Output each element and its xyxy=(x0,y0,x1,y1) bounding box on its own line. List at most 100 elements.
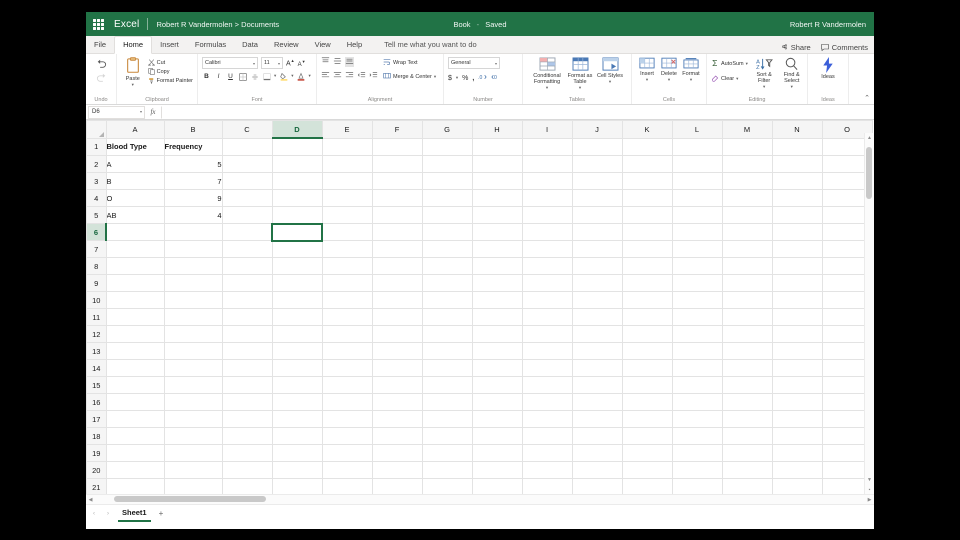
chevron-down-icon[interactable]: ▾ xyxy=(456,75,458,81)
cell-f20[interactable] xyxy=(371,461,423,479)
previous-sheet-button[interactable]: ‹ xyxy=(90,511,98,517)
cell-a10[interactable] xyxy=(105,291,165,309)
cell-h16[interactable] xyxy=(471,393,523,411)
cell-n3[interactable] xyxy=(771,172,823,190)
cell-h3[interactable] xyxy=(471,172,523,190)
cell-c3[interactable] xyxy=(221,172,273,190)
cell-k6[interactable] xyxy=(621,223,673,241)
row-header-12[interactable]: 12 xyxy=(86,325,107,343)
cell-a17[interactable] xyxy=(105,410,165,428)
cell-l4[interactable] xyxy=(671,189,723,207)
cell-h9[interactable] xyxy=(471,274,523,292)
cell-k14[interactable] xyxy=(621,359,673,377)
tab-view[interactable]: View xyxy=(307,37,339,53)
cell-g7[interactable] xyxy=(421,240,473,258)
cell-a9[interactable] xyxy=(105,274,165,292)
cell-j11[interactable] xyxy=(571,308,623,326)
cell-m9[interactable] xyxy=(721,274,773,292)
cell-f18[interactable] xyxy=(371,427,423,445)
column-header-i[interactable]: I xyxy=(521,120,573,139)
column-header-l[interactable]: L xyxy=(671,120,723,139)
cell-f9[interactable] xyxy=(371,274,423,292)
cell-k1[interactable] xyxy=(621,137,673,156)
cell-g12[interactable] xyxy=(421,325,473,343)
cell-k4[interactable] xyxy=(621,189,673,207)
cell-i12[interactable] xyxy=(521,325,573,343)
fill-handle[interactable] xyxy=(320,239,321,240)
cell-c1[interactable] xyxy=(221,137,273,156)
cell-k5[interactable] xyxy=(621,206,673,224)
cell-i17[interactable] xyxy=(521,410,573,428)
cell-c19[interactable] xyxy=(221,444,273,462)
insert-function-icon[interactable]: fx xyxy=(145,108,161,116)
cell-m16[interactable] xyxy=(721,393,773,411)
decrease-indent-icon[interactable] xyxy=(357,71,366,81)
cell-e17[interactable] xyxy=(321,410,373,428)
shrink-font-button[interactable]: A▼ xyxy=(298,59,306,68)
cell-b21[interactable] xyxy=(163,478,223,494)
cell-m1[interactable] xyxy=(721,137,773,156)
select-all-button[interactable] xyxy=(86,120,107,139)
font-name-input[interactable]: Calibri ▾ xyxy=(202,57,258,69)
cell-e6[interactable] xyxy=(321,223,373,241)
cell-l14[interactable] xyxy=(671,359,723,377)
cell-g21[interactable] xyxy=(421,478,473,494)
cell-d17[interactable] xyxy=(271,410,323,428)
cell-b11[interactable] xyxy=(163,308,223,326)
chevron-down-icon[interactable]: ▾ xyxy=(763,84,765,90)
chevron-down-icon[interactable]: ▾ xyxy=(690,77,692,83)
account-name[interactable]: Robert R Vandermolen xyxy=(790,20,866,29)
cell-h21[interactable] xyxy=(471,478,523,494)
cell-n8[interactable] xyxy=(771,257,823,275)
cell-l12[interactable] xyxy=(671,325,723,343)
cell-b20[interactable] xyxy=(163,461,223,479)
insert-cells-button[interactable]: Insert ▾ xyxy=(637,57,657,83)
cell-c8[interactable] xyxy=(221,257,273,275)
cell-b10[interactable] xyxy=(163,291,223,309)
cell-j17[interactable] xyxy=(571,410,623,428)
cell-c11[interactable] xyxy=(221,308,273,326)
chevron-down-icon[interactable]: ▾ xyxy=(668,77,670,83)
cell-b19[interactable] xyxy=(163,444,223,462)
cell-a12[interactable] xyxy=(105,325,165,343)
cell-a5[interactable]: AB xyxy=(105,206,165,224)
cell-i18[interactable] xyxy=(521,427,573,445)
cell-b15[interactable] xyxy=(163,376,223,394)
cell-a1[interactable]: Blood Type xyxy=(105,137,165,156)
scroll-down-icon[interactable]: ▼ xyxy=(865,475,874,484)
chevron-down-icon[interactable]: ▾ xyxy=(791,84,793,90)
cell-b6[interactable] xyxy=(163,223,223,241)
cell-a7[interactable] xyxy=(105,240,165,258)
cell-h8[interactable] xyxy=(471,257,523,275)
chevron-down-icon[interactable]: ▾ xyxy=(736,76,738,82)
cell-c17[interactable] xyxy=(221,410,273,428)
cell-d3[interactable] xyxy=(271,172,323,190)
cell-d13[interactable] xyxy=(271,342,323,360)
cell-j3[interactable] xyxy=(571,172,623,190)
cell-e15[interactable] xyxy=(321,376,373,394)
cell-k11[interactable] xyxy=(621,308,673,326)
cell-a3[interactable]: B xyxy=(105,172,165,190)
cell-d8[interactable] xyxy=(271,257,323,275)
cell-j19[interactable] xyxy=(571,444,623,462)
cell-a14[interactable] xyxy=(105,359,165,377)
cell-f15[interactable] xyxy=(371,376,423,394)
cell-g3[interactable] xyxy=(421,172,473,190)
cell-f16[interactable] xyxy=(371,393,423,411)
chevron-down-icon[interactable]: ▾ xyxy=(132,82,134,88)
cell-m7[interactable] xyxy=(721,240,773,258)
cell-c9[interactable] xyxy=(221,274,273,292)
cell-c20[interactable] xyxy=(221,461,273,479)
cell-g1[interactable] xyxy=(421,137,473,156)
clear-button[interactable]: Clear ▾ xyxy=(711,74,748,84)
column-header-b[interactable]: B xyxy=(163,120,223,139)
tab-formulas[interactable]: Formulas xyxy=(187,37,234,53)
cell-b5[interactable]: 4 xyxy=(163,206,223,224)
cell-f8[interactable] xyxy=(371,257,423,275)
cell-a6[interactable] xyxy=(105,223,165,241)
chevron-down-icon[interactable]: ▾ xyxy=(291,74,293,79)
grow-font-button[interactable]: A▲ xyxy=(286,58,295,67)
sheet-tab-sheet1[interactable]: Sheet1 xyxy=(118,506,151,522)
cell-i6[interactable] xyxy=(521,223,573,241)
cell-k3[interactable] xyxy=(621,172,673,190)
